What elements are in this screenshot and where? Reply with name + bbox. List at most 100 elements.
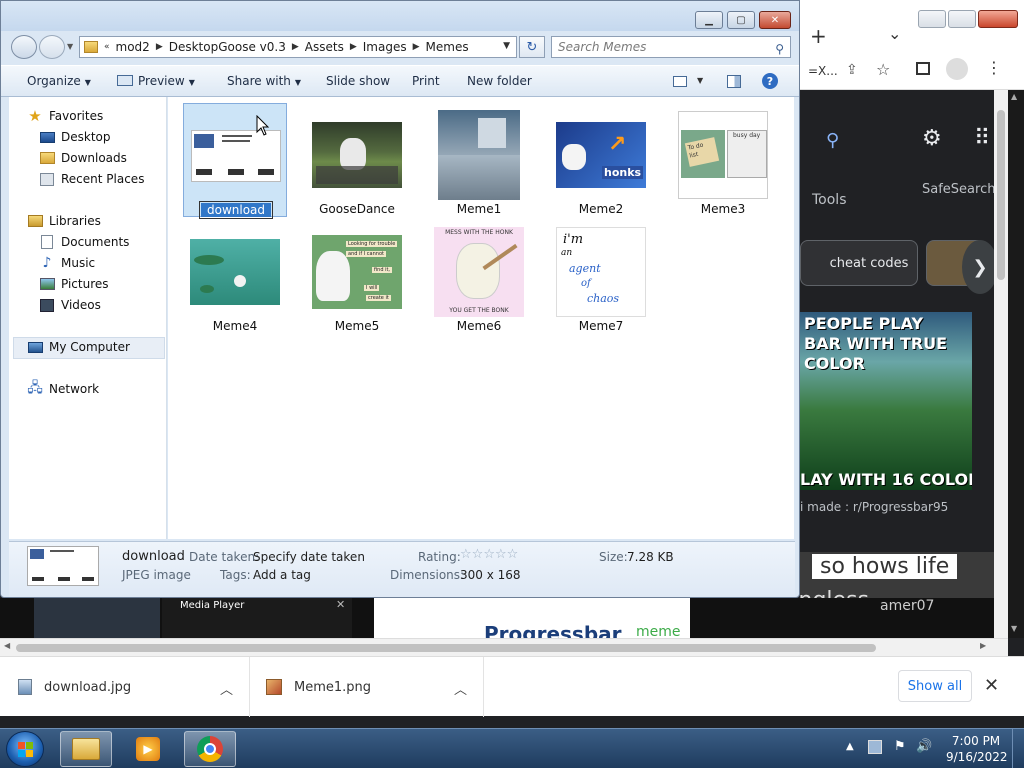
address-dropdown-icon[interactable]: ▼ (503, 41, 510, 51)
nav-item-downloads[interactable]: Downloads (39, 151, 127, 165)
star-icon[interactable]: ☆ (495, 547, 507, 562)
change-view-icon[interactable] (673, 76, 687, 87)
action-center-flag-icon[interactable]: ⚑ (894, 739, 906, 754)
help-icon[interactable]: ? (762, 73, 778, 89)
carousel-next-button[interactable]: ❯ (962, 240, 994, 294)
show-hidden-icons-icon[interactable]: ▲ (846, 741, 854, 752)
rating-stars[interactable]: ☆☆☆☆☆ (460, 547, 518, 562)
chrome-maximize-button[interactable] (948, 10, 976, 28)
taskbar-chrome[interactable] (184, 731, 236, 767)
preview-pane-icon[interactable] (727, 75, 741, 88)
tab-search-button[interactable]: ⌄ (888, 24, 901, 43)
result-source[interactable]: i made : r/Progressbar95 (800, 500, 948, 514)
new-folder-button[interactable]: New folder (467, 74, 532, 88)
safesearch-label[interactable]: SafeSearch (922, 182, 994, 197)
chevron-right-icon[interactable]: ▶ (350, 42, 357, 52)
scrollbar-thumb[interactable] (16, 644, 876, 652)
chevron-down-icon[interactable]: ▼ (697, 76, 703, 85)
chevron-up-icon[interactable]: ︿ (220, 679, 233, 698)
file-item-download[interactable]: download (183, 103, 287, 219)
file-item-meme6[interactable]: MESS WITH THE HONK YOU GET THE BONK Meme… (427, 220, 531, 334)
chrome-vertical-scrollbar[interactable] (994, 90, 1008, 638)
chevron-right-icon[interactable]: ▶ (413, 42, 420, 52)
share-with-menu[interactable]: Share with ▼ (227, 74, 301, 88)
nav-item-pictures[interactable]: Pictures (39, 277, 109, 291)
nav-item-network[interactable]: 🖧 Network (27, 380, 99, 396)
star-icon[interactable]: ☆ (507, 547, 519, 562)
forward-button[interactable] (39, 35, 65, 59)
taskbar-media-player[interactable]: ▶ (122, 731, 174, 767)
scroll-right-arrow[interactable]: ▶ (980, 641, 986, 650)
breadcrumb-segment[interactable]: Assets (305, 40, 344, 54)
minimize-button[interactable]: ▁ (695, 11, 723, 29)
share-icon[interactable]: ⇪ (846, 62, 858, 78)
breadcrumb-segment[interactable]: mod2 (116, 40, 150, 54)
show-all-button[interactable]: Show all (898, 670, 972, 702)
search-input[interactable]: Search Memes ⚲ (551, 36, 791, 58)
chrome-horizontal-scrollbar[interactable]: ◀ ▶ (0, 638, 1008, 656)
star-icon[interactable]: ☆ (483, 547, 495, 562)
volume-icon[interactable]: 🔊 (916, 739, 932, 754)
nav-item-desktop[interactable]: Desktop (39, 130, 111, 144)
nav-item-libraries[interactable]: Libraries (27, 214, 101, 228)
nav-item-documents[interactable]: Documents (39, 235, 129, 249)
preview-menu[interactable]: Preview ▼ (117, 74, 195, 88)
close-icon[interactable]: ✕ (336, 598, 345, 611)
file-item-meme7[interactable]: i'm an agent of chaos Meme7 (549, 220, 653, 334)
organize-menu[interactable]: Organize ▼ (27, 74, 91, 88)
rename-field[interactable]: download (198, 201, 274, 219)
back-button[interactable] (11, 35, 37, 59)
new-tab-button[interactable]: + (810, 24, 827, 48)
network-icon[interactable] (868, 740, 882, 754)
breadcrumb-segment[interactable]: Memes (426, 40, 469, 54)
maximize-button[interactable]: ▢ (727, 11, 755, 29)
search-lens-icon[interactable]: ⚲ (826, 130, 839, 151)
nav-item-videos[interactable]: Videos (39, 298, 101, 312)
file-item-meme2[interactable]: ↗ honks Meme2 (549, 103, 653, 217)
result-media-player[interactable]: Media Player ✕ (162, 598, 352, 638)
start-button[interactable] (6, 731, 44, 767)
star-icon[interactable]: ☆ (460, 547, 472, 562)
chevron-right-icon[interactable]: ▶ (292, 42, 299, 52)
slide-show-button[interactable]: Slide show (326, 74, 390, 88)
chevron-right-icon[interactable]: ▶ (156, 42, 163, 52)
window-titlebar[interactable]: ▁ ▢ ✕ (1, 1, 799, 31)
file-item-meme1[interactable]: Meme1 (427, 103, 531, 217)
chrome-minimize-button[interactable] (918, 10, 946, 28)
show-desktop-button[interactable] (1012, 729, 1024, 768)
print-button[interactable]: Print (412, 74, 440, 88)
file-item-goosedance[interactable]: GooseDance (305, 103, 409, 217)
download-item[interactable]: download.jpg ︿ (18, 657, 250, 717)
clock[interactable]: 7:00 PM 9/16/2022 (946, 733, 1008, 765)
download-item[interactable]: Meme1.png ︿ (250, 657, 484, 717)
search-icon[interactable]: ⚲ (775, 39, 784, 59)
chrome-menu-icon[interactable]: ⋮ (986, 58, 1002, 77)
settings-gear-icon[interactable]: ⚙ (922, 126, 942, 151)
file-item-meme3[interactable]: To do list busy day Meme3 (671, 103, 775, 217)
close-icon[interactable]: ✕ (984, 675, 999, 696)
file-item-meme4[interactable]: Meme4 (183, 220, 287, 334)
profile-avatar[interactable] (946, 58, 968, 80)
recent-pages-dropdown[interactable]: ▼ (67, 42, 73, 51)
result-image-person[interactable] (34, 598, 160, 638)
chrome-close-button[interactable] (978, 10, 1018, 28)
close-button[interactable]: ✕ (759, 11, 791, 29)
result-image-progressbar[interactable]: PEOPLE PLAY BAR WITH TRUE COLOR LAY WITH… (800, 312, 972, 490)
scroll-left-arrow[interactable]: ◀ (4, 641, 10, 650)
file-item-meme5[interactable]: Looking for trouble and if I cannot find… (305, 220, 409, 334)
apps-grid-icon[interactable]: ⠿ (974, 126, 990, 151)
tags-field[interactable]: Add a tag (253, 568, 311, 582)
chevron-up-icon[interactable]: ︿ (454, 679, 467, 698)
chip-cheat-codes[interactable]: cheat codes (800, 240, 918, 286)
address-bar[interactable]: « mod2 ▶ DesktopGoose v0.3 ▶ Assets ▶ Image… (79, 36, 517, 58)
scrollbar-thumb[interactable] (997, 110, 1005, 280)
scroll-down-arrow[interactable]: ▼ (1011, 624, 1017, 633)
taskbar-explorer[interactable] (60, 731, 112, 767)
nav-item-my-computer[interactable]: My Computer (27, 340, 130, 354)
tools-link[interactable]: Tools (812, 192, 847, 208)
bookmark-star-icon[interactable]: ☆ (876, 60, 890, 79)
scroll-up-arrow[interactable]: ▲ (1011, 92, 1017, 101)
nav-item-music[interactable]: ♪ Music (39, 255, 96, 271)
side-panel-icon[interactable] (916, 62, 930, 75)
url-fragment[interactable]: =X... (808, 64, 838, 78)
